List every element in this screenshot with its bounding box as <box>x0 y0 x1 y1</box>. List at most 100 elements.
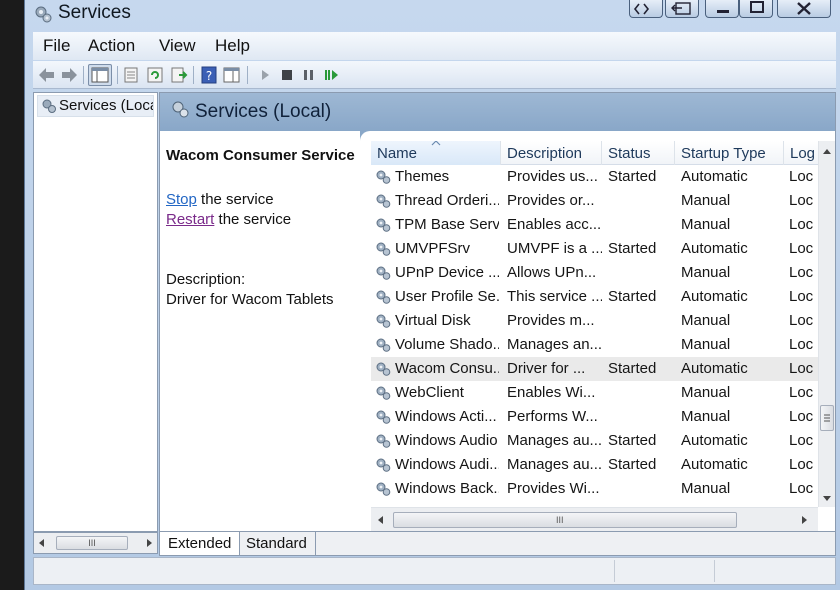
column-header-status[interactable]: Status <box>602 141 675 165</box>
start-service-icon[interactable] <box>255 65 275 85</box>
menu-help[interactable]: Help <box>215 36 250 56</box>
export-list-icon[interactable] <box>169 65 189 85</box>
cell-name: WebClient <box>395 384 464 401</box>
restart-service-link[interactable]: Restart <box>166 211 214 228</box>
scroll-left-arrow-icon[interactable] <box>38 538 46 548</box>
cell-startup-type: Manual <box>681 264 731 281</box>
description-text: Driver for Wacom Tablets <box>166 291 334 308</box>
stop-service-link[interactable]: Stop <box>166 191 197 208</box>
service-row[interactable]: TPM Base Serv...Enables acc...ManualLoc <box>371 213 818 237</box>
close-button[interactable] <box>777 0 831 18</box>
service-row[interactable]: Virtual Disk Provides m... Manual Loc <box>371 309 818 333</box>
title-bar[interactable]: Services <box>25 0 840 28</box>
properties-icon[interactable] <box>121 65 141 85</box>
service-gear-icon <box>376 218 391 232</box>
cell-startup-type: Automatic <box>681 360 748 377</box>
restart-service-text: the service <box>214 211 292 228</box>
cell-name: UMVPFSrv <box>395 240 470 257</box>
service-gear-icon <box>376 290 391 304</box>
forward-arrow-icon[interactable] <box>59 65 79 85</box>
service-row[interactable]: Windows Acti... Performs W... Manual Loc <box>371 405 818 429</box>
scroll-down-arrow-icon[interactable] <box>822 495 832 503</box>
service-gear-icon <box>376 266 391 280</box>
cell-description: Allows UPn... <box>507 264 597 281</box>
toolbar-separator <box>247 66 248 84</box>
selected-service-name: Wacom Consumer Service <box>166 147 355 164</box>
maximize-button[interactable] <box>739 0 773 18</box>
cell-startup-type: Manual <box>681 336 731 353</box>
status-separator <box>714 560 715 582</box>
cell-startup-type: Automatic <box>681 288 748 305</box>
menu-file[interactable]: File <box>43 36 70 56</box>
tab-extended[interactable]: Extended <box>160 532 241 555</box>
column-header-description[interactable]: Description <box>501 141 602 165</box>
list-horizontal-scrollbar[interactable]: III <box>371 507 818 531</box>
cell-name: Virtual Disk <box>395 312 471 329</box>
cell-description: Provides m... <box>507 312 595 329</box>
help-icon[interactable]: ? <box>199 65 219 85</box>
cell-description: Enables Wi... <box>507 384 596 401</box>
scroll-up-arrow-icon[interactable] <box>822 147 832 155</box>
list-vertical-scrollbar[interactable] <box>818 141 835 507</box>
services-list: Name Description Status Startup Type Log… <box>371 141 835 507</box>
cell-startup-type: Automatic <box>681 168 748 185</box>
column-header-startup-type[interactable]: Startup Type <box>675 141 784 165</box>
list-horizontal-scroll-thumb[interactable]: III <box>393 512 737 528</box>
service-gear-icon <box>376 338 391 352</box>
stop-service-icon[interactable] <box>277 65 297 85</box>
cell-name: Thread Orderi... <box>395 192 499 209</box>
column-header-row: Name Description Status Startup Type Log <box>371 141 818 165</box>
cell-startup-type: Manual <box>681 408 731 425</box>
cell-name: Windows Acti... <box>395 408 497 425</box>
service-row[interactable]: Windows Back... Provides Wi... Manual Loc <box>371 477 818 501</box>
view-tabs: Extended Standard <box>159 532 836 556</box>
cell-name: TPM Base Serv... <box>395 216 499 233</box>
cell-status: Started <box>608 360 657 377</box>
tree-item-label: Services (Loca <box>59 97 154 114</box>
service-row[interactable]: Windows Audi... Manages au... Started Autom… <box>371 453 818 477</box>
service-row[interactable]: WebClient Enables Wi... Manual Loc <box>371 381 818 405</box>
cell-status: Started <box>608 168 657 185</box>
minimize-button[interactable] <box>705 0 739 18</box>
cell-name: Windows Audi... <box>395 456 499 473</box>
cell-name: Windows Back... <box>395 480 499 497</box>
service-row[interactable]: UMVPFSrv UMVPF is a ... Started Automatic Lo… <box>371 237 818 261</box>
service-row[interactable]: Themes Provides us... Started Automatic Loc <box>371 165 818 189</box>
scroll-right-arrow-icon[interactable] <box>145 538 153 548</box>
column-header-name[interactable]: Name <box>371 141 501 165</box>
show-hide-console-tree-button[interactable] <box>88 64 112 86</box>
back-arrow-icon[interactable] <box>37 65 57 85</box>
tree-scroll-thumb[interactable]: III <box>56 536 128 550</box>
menu-bar: File Action View Help <box>33 32 836 60</box>
scroll-right-arrow-icon[interactable] <box>800 515 808 525</box>
tree-horizontal-scrollbar[interactable]: III <box>33 532 158 554</box>
restart-service-icon[interactable] <box>321 65 341 85</box>
service-gear-icon <box>376 410 391 424</box>
show-action-pane-icon[interactable] <box>221 65 241 85</box>
tree-item-services-local[interactable]: Services (Loca <box>37 95 154 117</box>
service-row[interactable]: Wacom Consu... Driver for ... Started Autom… <box>371 357 818 381</box>
tab-label: Extended <box>168 535 232 552</box>
pause-service-icon[interactable] <box>299 65 319 85</box>
cell-description: Performs W... <box>507 408 598 425</box>
refresh-icon[interactable] <box>145 65 165 85</box>
service-gear-icon <box>376 170 391 184</box>
console-tree-pane: Services (Loca <box>33 92 158 532</box>
service-row[interactable]: Windows Audio Manages au... Started Automat… <box>371 429 818 453</box>
aero-snap-left-button[interactable] <box>629 0 663 18</box>
cell-description: UMVPF is a ... <box>507 240 602 257</box>
cell-startup-type: Manual <box>681 384 731 401</box>
pane-title: Services (Local) <box>195 101 332 122</box>
service-row[interactable]: User Profile Se... This service ... Starte… <box>371 285 818 309</box>
menu-action[interactable]: Action <box>88 36 135 56</box>
service-row[interactable]: Thread Orderi... Provides or... Manual Loc <box>371 189 818 213</box>
service-row[interactable]: Volume Shado... Manages an... Manual Loc <box>371 333 818 357</box>
list-vertical-scroll-thumb[interactable] <box>820 405 834 431</box>
menu-view[interactable]: View <box>159 36 196 56</box>
service-row[interactable]: UPnP Device ... Allows UPn... Manual Loc <box>371 261 818 285</box>
scroll-left-arrow-icon[interactable] <box>377 515 385 525</box>
aero-switch-button[interactable] <box>665 0 699 18</box>
tab-standard[interactable]: Standard <box>238 532 316 555</box>
cell-description: Driver for ... <box>507 360 586 377</box>
column-header-label: Log <box>790 145 816 162</box>
